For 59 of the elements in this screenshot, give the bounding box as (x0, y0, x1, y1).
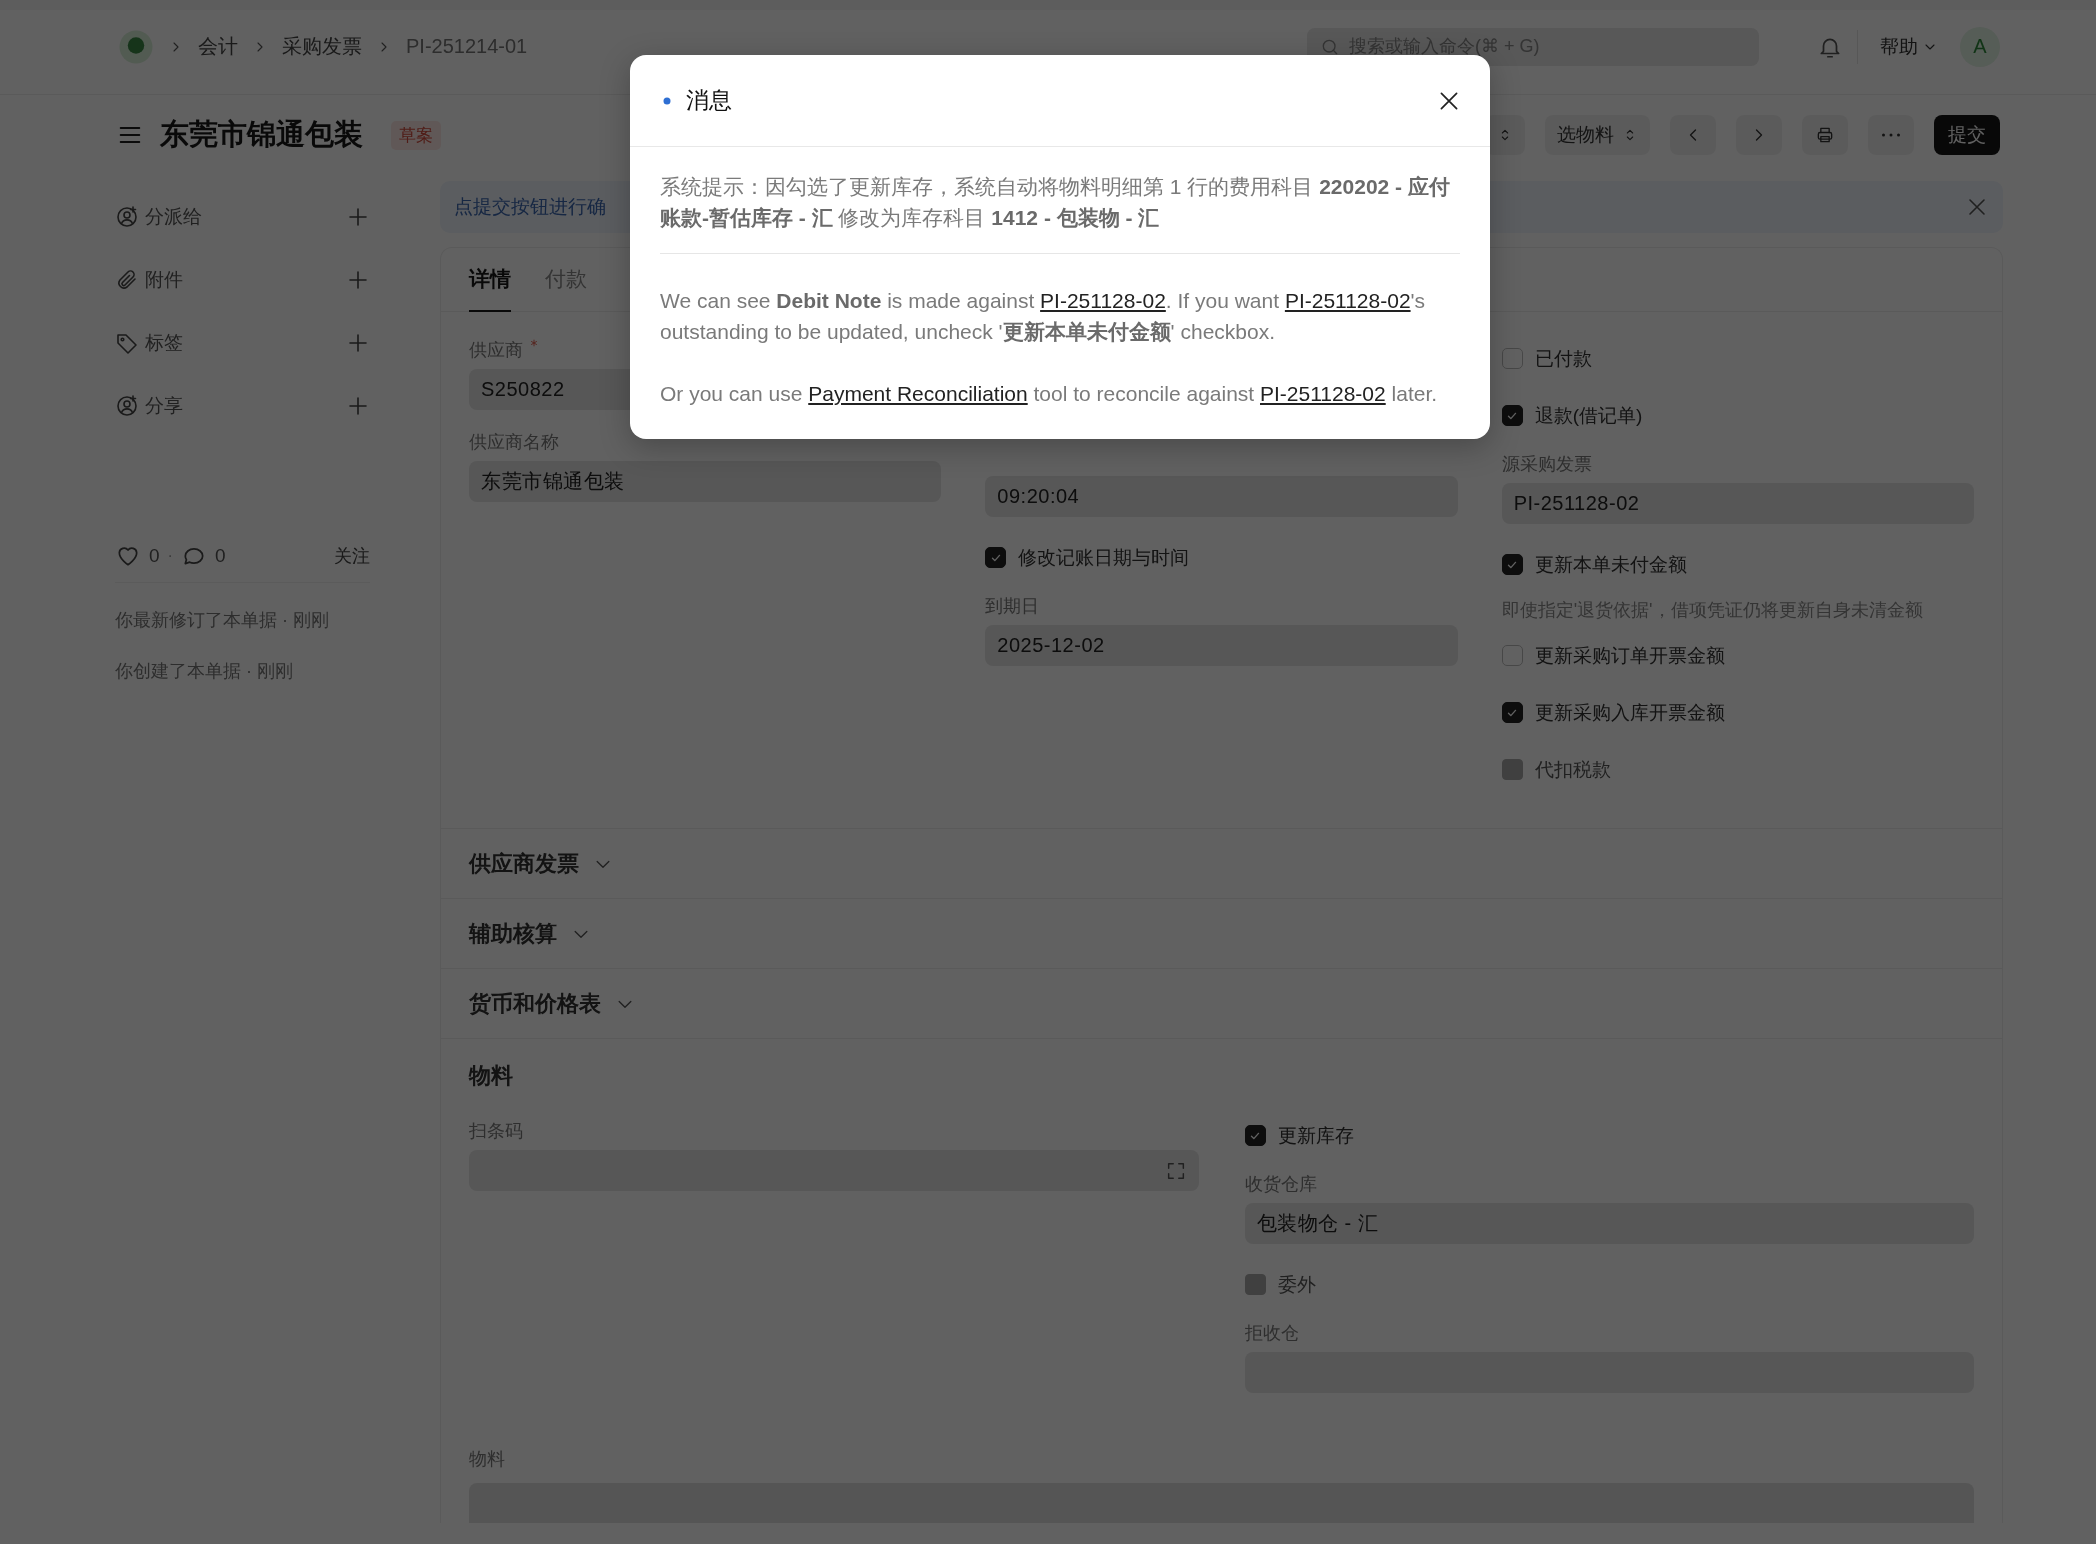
print-button[interactable] (1802, 115, 1848, 155)
comment-count: 0 (214, 544, 226, 567)
input-field[interactable]: 包装物仓 - 汇 (1244, 1203, 1974, 1244)
section-header[interactable]: 供应商发票 (469, 848, 579, 879)
input-field[interactable]: 2025-12-02 (985, 625, 1458, 666)
checkbox-label: 退款(借记单) (1534, 403, 1643, 428)
checkbox-label: 代扣税款 (1534, 757, 1611, 782)
paperclip-icon (115, 267, 139, 292)
document-link[interactable]: PI-251128-02 (1284, 289, 1411, 312)
tab[interactable]: 详情 (469, 247, 511, 312)
sidebar-item[interactable]: 标签 (145, 329, 340, 356)
checkbox-label: 委外 (1277, 1272, 1316, 1297)
banner-text: 点提交按钮进行确 (454, 195, 606, 219)
checkbox[interactable] (1501, 348, 1523, 369)
page-title: 东莞市锦通包装 (160, 117, 363, 152)
message-text: Or you can use Payment Reconciliation tool to reconcile against PI-251128-02 later. (660, 381, 1439, 407)
document-link[interactable]: Payment Reconciliation (808, 382, 1028, 405)
more-icon (1882, 133, 1900, 137)
section-header[interactable]: 货币和价格表 (469, 988, 601, 1019)
section-title: 物料 (469, 1062, 514, 1090)
checkbox[interactable] (1501, 702, 1523, 723)
help-menu-button[interactable]: 帮助 (1872, 29, 1946, 64)
logo-icon[interactable] (118, 28, 154, 65)
sidebar-item[interactable]: 分派给 (145, 203, 340, 230)
input-field[interactable]: PI-251128-02 (1501, 483, 1974, 524)
breadcrumb-link[interactable]: 采购发票 (282, 33, 362, 60)
checkbox[interactable] (1501, 405, 1523, 426)
checkbox-label: 已付款 (1534, 346, 1592, 371)
section-header[interactable]: 辅助核算 (469, 918, 557, 949)
document-link[interactable]: PI-251128-02 (1260, 382, 1386, 405)
sidebar-item[interactable]: 附件 (145, 266, 340, 293)
barcode-input-field[interactable] (469, 1150, 1199, 1191)
checkbox[interactable] (1244, 1125, 1266, 1146)
user-plus-icon (115, 204, 139, 229)
sidebar-item[interactable]: 分享 (145, 392, 340, 419)
checkbox-label: 更新库存 (1277, 1123, 1354, 1148)
input-field[interactable]: 东莞市锦通包装 (469, 461, 942, 502)
checkbox-label: 修改记账日期与时间 (1018, 545, 1190, 570)
checkbox-label: 更新本单未付金额 (1534, 552, 1687, 577)
checkbox[interactable] (1501, 645, 1523, 666)
select-button[interactable]: 选物料 (1545, 115, 1650, 155)
checkbox-label: 更新采购订单开票金额 (1534, 643, 1725, 668)
message-text: We can see Debit Note is made against PI-251128-02. If you want PI-251128-02's outstanding to be updated, uncheck '更新本单未付金额' checkbox. (660, 288, 1427, 345)
separator-dot: · (167, 546, 173, 565)
input-field[interactable]: 09:20:04 (985, 476, 1458, 517)
submit-button[interactable]: 提交 (1934, 115, 2000, 155)
status-badge: 草案 (391, 120, 441, 150)
user-plus-icon (115, 393, 139, 418)
checkbox-label: 更新采购入库开票金额 (1534, 700, 1725, 725)
follow-link[interactable]: 关注 (334, 543, 370, 568)
checkbox[interactable] (985, 547, 1007, 568)
breadcrumb-link[interactable]: 会计 (198, 33, 238, 60)
user-avatar[interactable]: A (1960, 26, 2000, 67)
like-count: 0 (149, 544, 160, 567)
dialog-title: 消息 (686, 86, 733, 115)
checkbox[interactable] (1501, 554, 1523, 575)
message-text: 系统提示：因勾选了更新库存，系统自动将物料明细第 1 行的费用科目 220202 - 应付账款-暂估库存 - 汇 修改为库存科目 1412 - 包装物 - 汇 (660, 171, 1460, 254)
printer-icon (1815, 125, 1835, 145)
document-link[interactable]: PI-251128-02 (1040, 289, 1166, 312)
